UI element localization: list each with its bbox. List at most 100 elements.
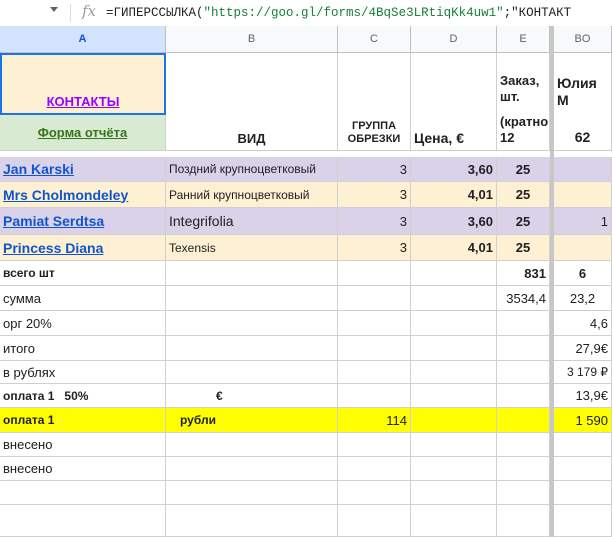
rub-bo[interactable]: 3 179 ₽	[554, 361, 612, 384]
empty-cell[interactable]	[338, 384, 411, 408]
empty-cell[interactable]	[166, 481, 338, 505]
empty-cell[interactable]	[411, 384, 497, 408]
product-multiple[interactable]: 25	[497, 157, 550, 182]
empty-cell[interactable]	[497, 408, 550, 433]
sum-bo[interactable]: 23,2	[554, 286, 612, 311]
empty-cell[interactable]	[497, 481, 550, 505]
empty-cell[interactable]	[411, 336, 497, 361]
empty-cell[interactable]	[0, 505, 166, 537]
total-e[interactable]: 831	[497, 261, 550, 286]
empty-cell[interactable]	[411, 311, 497, 336]
empty-cell[interactable]	[554, 433, 612, 457]
empty-cell[interactable]	[166, 457, 338, 481]
pay1-label[interactable]: оплата 1 50%	[0, 384, 166, 408]
empty-cell[interactable]	[338, 336, 411, 361]
empty-cell[interactable]	[338, 457, 411, 481]
column-header-c[interactable]: C	[338, 26, 411, 53]
org-bo[interactable]: 4,6	[554, 311, 612, 336]
empty-cell[interactable]	[411, 505, 497, 537]
product-qty[interactable]	[554, 235, 612, 261]
product-link[interactable]: Jan Karski	[3, 161, 74, 177]
empty-cell[interactable]	[411, 261, 497, 286]
paid-label[interactable]: внесено	[0, 433, 166, 457]
product-price[interactable]: 4,01	[411, 182, 497, 208]
empty-cell[interactable]	[338, 286, 411, 311]
product-group[interactable]: 3	[338, 157, 411, 182]
contacts-link[interactable]: КОНТАКТЫ	[47, 94, 120, 109]
empty-cell[interactable]	[497, 433, 550, 457]
product-price[interactable]: 3,60	[411, 157, 497, 182]
chevron-down-icon[interactable]	[50, 7, 58, 12]
sum-e[interactable]: 3534,4	[497, 286, 550, 311]
empty-cell[interactable]	[338, 361, 411, 384]
product-group[interactable]: 3	[338, 182, 411, 208]
product-link[interactable]: Princess Diana	[3, 240, 103, 256]
contacts-link-cell[interactable]: КОНТАКТЫ	[0, 53, 166, 115]
column-header-d[interactable]: D	[411, 26, 497, 53]
pay1r-bo[interactable]: 1 590	[554, 408, 612, 433]
product-vid[interactable]: Texensis	[166, 235, 338, 261]
empty-cell[interactable]	[554, 481, 612, 505]
empty-cell[interactable]	[497, 336, 550, 361]
column-header-a[interactable]: A	[0, 26, 166, 53]
total-label[interactable]: всего шт	[0, 261, 166, 286]
product-qty[interactable]	[554, 157, 612, 182]
pay1-bo[interactable]: 13,9€	[554, 384, 612, 408]
empty-cell[interactable]	[166, 505, 338, 537]
header-price[interactable]: Цена, €	[411, 53, 497, 151]
product-vid[interactable]: Integrifolia	[166, 208, 338, 235]
empty-cell[interactable]	[497, 384, 550, 408]
product-vid[interactable]: Поздний крупноцветковый	[166, 157, 338, 182]
empty-cell[interactable]	[338, 505, 411, 537]
empty-cell[interactable]	[338, 433, 411, 457]
pay1r-currency[interactable]: рубли	[166, 408, 338, 433]
product-name-cell[interactable]: Pamiat Serdtsa	[0, 208, 166, 235]
product-link[interactable]: Mrs Cholmondeley	[3, 187, 128, 203]
product-qty[interactable]: 1	[554, 208, 612, 235]
rub-label[interactable]: в рублях	[0, 361, 166, 384]
itogo-label[interactable]: итого	[0, 336, 166, 361]
sum-label[interactable]: сумма	[0, 286, 166, 311]
pay1-currency[interactable]: €	[166, 384, 338, 408]
empty-cell[interactable]	[411, 408, 497, 433]
column-header-e[interactable]: E	[497, 26, 550, 53]
pay1r-label[interactable]: оплата 1	[0, 408, 166, 433]
product-price[interactable]: 3,60	[411, 208, 497, 235]
empty-cell[interactable]	[166, 311, 338, 336]
empty-cell[interactable]	[497, 311, 550, 336]
pay1r-c[interactable]: 114	[338, 408, 411, 433]
empty-cell[interactable]	[411, 457, 497, 481]
product-name-cell[interactable]: Jan Karski	[0, 157, 166, 182]
formula-text[interactable]: =ГИПЕРССЫЛКА("https://goo.gl/forms/4BqSe…	[106, 6, 571, 20]
column-header-b[interactable]: B	[166, 26, 338, 53]
product-qty[interactable]	[554, 182, 612, 208]
column-header-bo[interactable]: BO	[554, 26, 612, 53]
product-price[interactable]: 4,01	[411, 235, 497, 261]
empty-cell[interactable]	[411, 286, 497, 311]
empty-cell[interactable]	[497, 457, 550, 481]
empty-cell[interactable]	[166, 286, 338, 311]
empty-cell[interactable]	[0, 481, 166, 505]
empty-cell[interactable]	[166, 261, 338, 286]
header-vid[interactable]: ВИД	[166, 53, 338, 151]
empty-cell[interactable]	[411, 361, 497, 384]
product-name-cell[interactable]: Mrs Cholmondeley	[0, 182, 166, 208]
empty-cell[interactable]	[338, 311, 411, 336]
empty-cell[interactable]	[166, 433, 338, 457]
formula-bar[interactable]: fx =ГИПЕРССЫЛКА("https://goo.gl/forms/4B…	[0, 0, 612, 27]
product-multiple[interactable]: 25	[497, 208, 550, 235]
product-group[interactable]: 3	[338, 235, 411, 261]
product-multiple[interactable]: 25	[497, 235, 550, 261]
empty-cell[interactable]	[166, 336, 338, 361]
empty-cell[interactable]	[554, 505, 612, 537]
product-link[interactable]: Pamiat Serdtsa	[3, 213, 104, 229]
empty-cell[interactable]	[338, 481, 411, 505]
product-vid[interactable]: Ранний крупноцветковый	[166, 182, 338, 208]
header-customer[interactable]: Юлия М 62	[554, 53, 612, 151]
product-name-cell[interactable]: Princess Diana	[0, 235, 166, 261]
empty-cell[interactable]	[411, 433, 497, 457]
total-bo[interactable]: 6	[554, 261, 612, 286]
header-group[interactable]: ГРУППА ОБРЕЗКИ	[338, 53, 411, 151]
empty-cell[interactable]	[497, 361, 550, 384]
product-group[interactable]: 3	[338, 208, 411, 235]
